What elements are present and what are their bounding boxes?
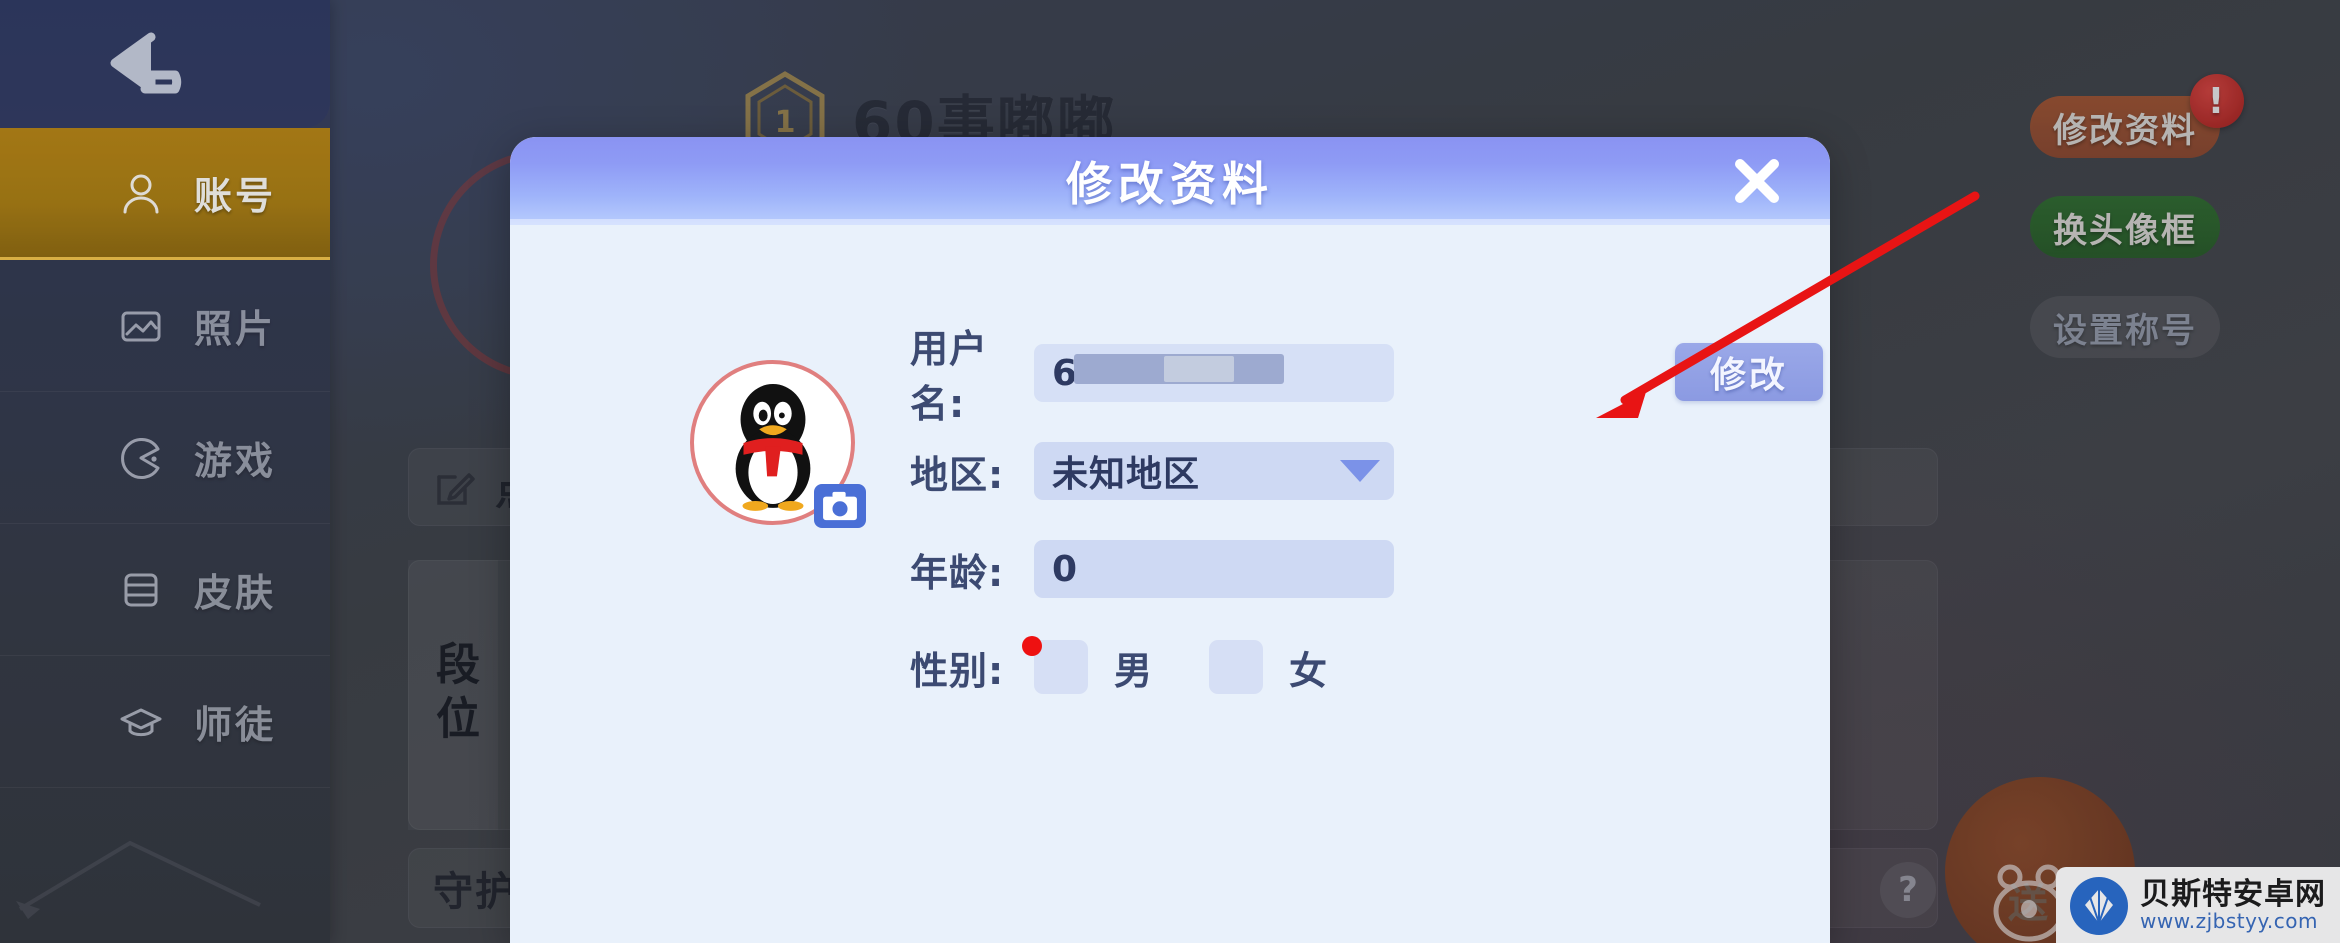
gender-male-label: 男: [1114, 648, 1154, 693]
region-select[interactable]: 未知地区: [1034, 442, 1394, 500]
username-mask-highlight: [1164, 356, 1234, 382]
app-root: 账号 照片 游戏 皮肤 师徒 1 60事嘟嘟 段位 守护 ? 修改资料 ! 换头…: [0, 0, 2340, 943]
age-value: 0: [1052, 548, 1079, 590]
close-x-icon: [1735, 159, 1779, 203]
form-row-username: 用户名: 6: [910, 327, 1670, 426]
age-label: 年龄:: [910, 550, 1005, 595]
modify-profile-dialog: 修改资料 用户名: 6 地区: 未知地区 年龄: 0 性别: 男 女 修改: [510, 137, 1830, 943]
dialog-title: 修改资料: [1066, 157, 1274, 211]
age-input[interactable]: 0: [1034, 540, 1394, 598]
region-value: 未知地区: [1052, 454, 1201, 495]
change-avatar-camera-button[interactable]: [814, 484, 866, 528]
username-label: 用户名:: [910, 327, 989, 426]
gender-female-label: 女: [1289, 648, 1329, 693]
avatar-block[interactable]: [690, 360, 880, 550]
form-row-gender: 性别: 男 女: [910, 636, 1670, 697]
region-label: 地区:: [910, 452, 1005, 497]
required-marker-icon: [1022, 636, 1042, 656]
profile-form: 用户名: 6 地区: 未知地区 年龄: 0 性别: 男 女: [910, 327, 1670, 735]
username-input[interactable]: 6: [1034, 344, 1394, 402]
form-row-region: 地区: 未知地区: [910, 441, 1670, 501]
modify-submit-button[interactable]: 修改: [1675, 343, 1823, 401]
form-row-age: 年龄: 0: [910, 539, 1670, 599]
gender-label: 性别:: [910, 648, 1005, 693]
dialog-close-button[interactable]: [1726, 150, 1788, 212]
dialog-body: 用户名: 6 地区: 未知地区 年龄: 0 性别: 男 女 修改: [510, 225, 1830, 943]
gender-male-checkbox[interactable]: [1022, 636, 1088, 694]
modify-submit-label: 修改: [1709, 355, 1788, 396]
camera-icon: [823, 491, 857, 521]
dialog-header: 修改资料: [510, 137, 1830, 225]
gender-female-checkbox[interactable]: [1209, 640, 1264, 694]
gender-options: 男 女: [1022, 636, 1329, 697]
chevron-down-icon: [1340, 460, 1380, 482]
